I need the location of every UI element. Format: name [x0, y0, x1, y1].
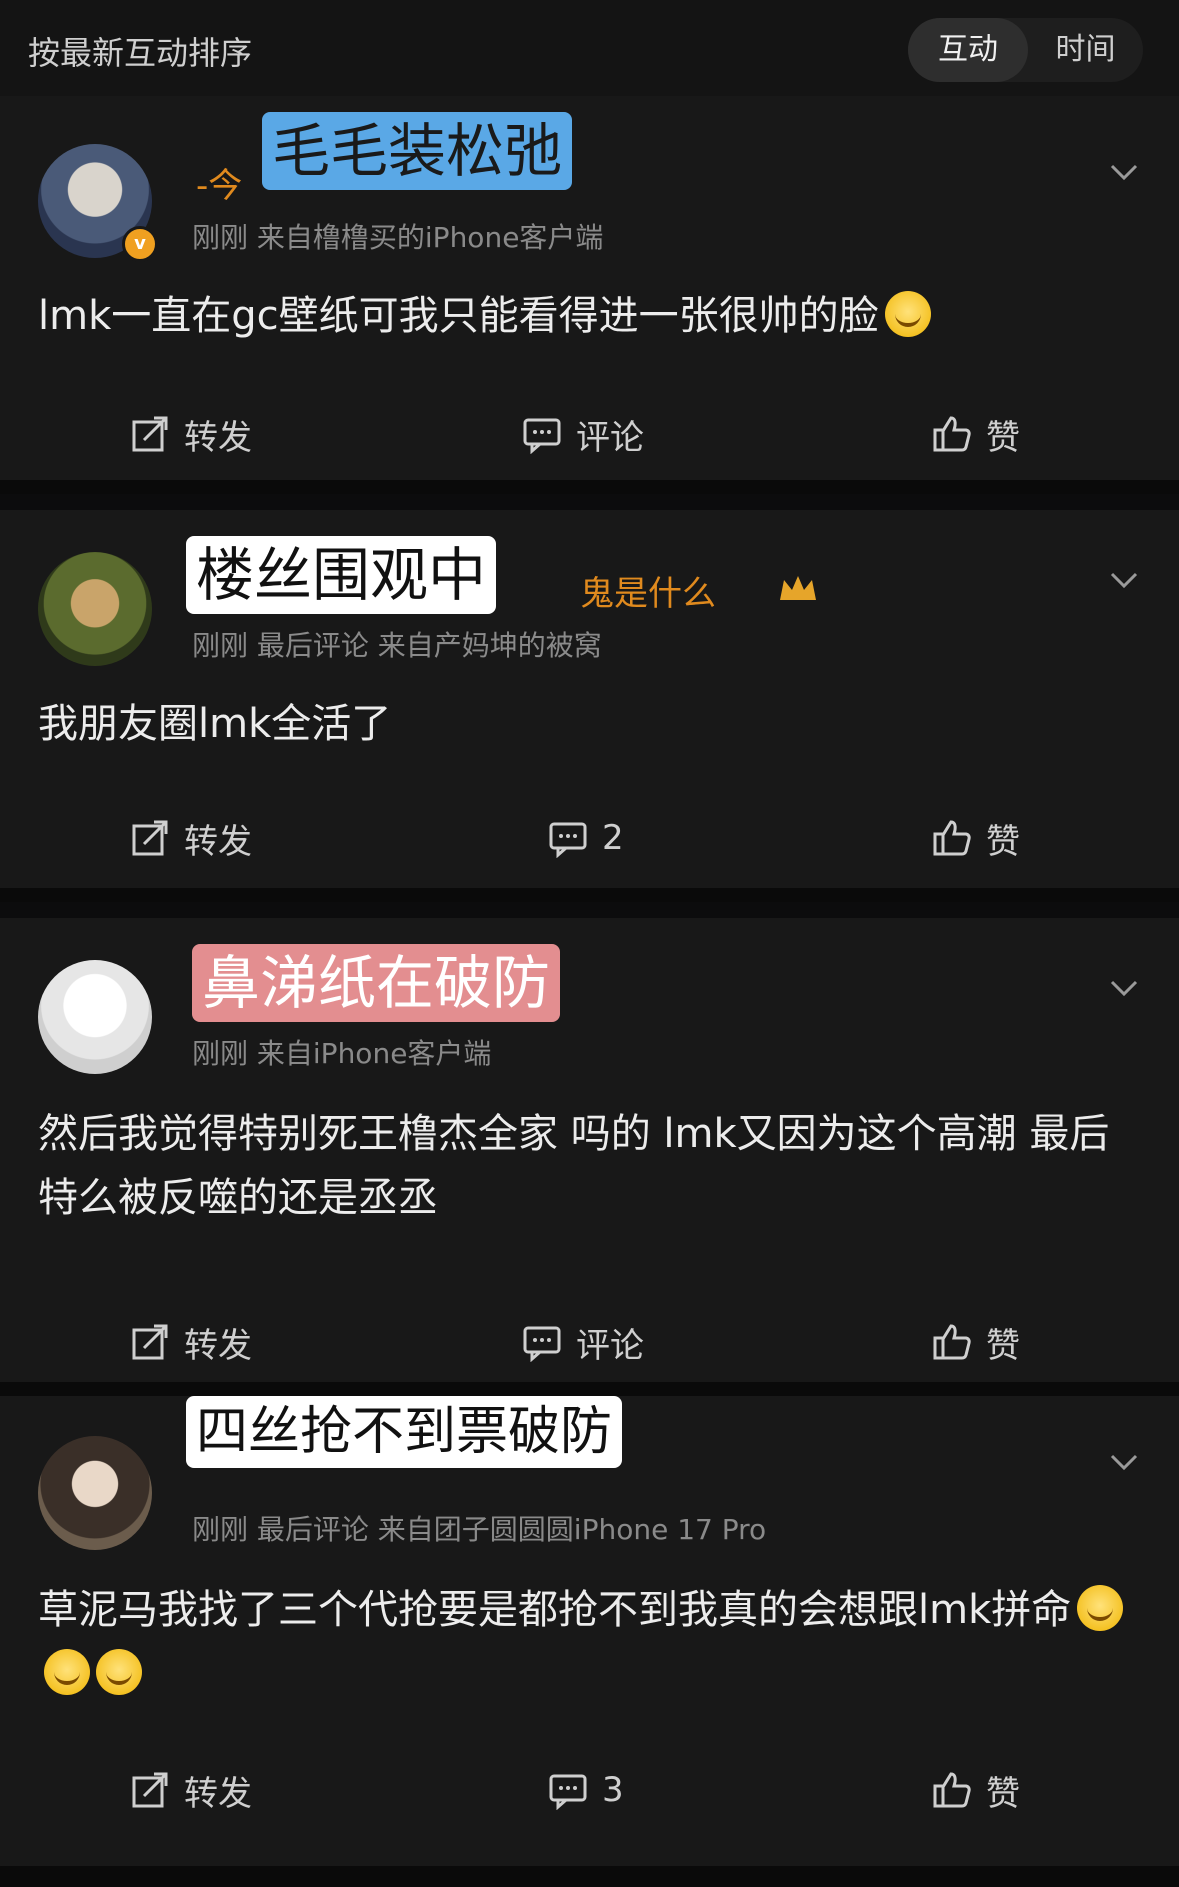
tab-time[interactable]: 时间 [1028, 18, 1143, 82]
comment-icon [523, 418, 561, 454]
like-button[interactable]: 赞 [932, 1760, 1020, 1820]
post-text: 我朋友圈lmk全活了 [38, 701, 392, 747]
post-meta: 刚刚 最后评论 来自产妈坤的被窝 [192, 629, 602, 662]
like-button[interactable]: 赞 [932, 1312, 1020, 1372]
caption-sticker: 毛毛装松弛 [262, 112, 573, 190]
like-label: 赞 [986, 1325, 1020, 1366]
comment-button[interactable]: 评论 [522, 404, 644, 464]
repost-button[interactable]: 转发 [130, 1312, 252, 1372]
post-meta: 刚刚 来自iPhone客户端 [192, 1037, 492, 1070]
avatar[interactable] [38, 552, 152, 666]
post-text: 草泥马我找了三个代抢要是都抢不到我真的会想跟lmk拼命 [38, 1578, 1138, 1706]
divider [0, 480, 1179, 494]
username[interactable]: -今 [196, 158, 242, 207]
laughing-crying-emoji-icon [96, 1649, 142, 1695]
post-meta: 刚刚 最后评论 来自团子圆圆圆iPhone 17 Pro [192, 1513, 767, 1546]
post-text: lmk一直在gc壁纸可我只能看得进一张很帅的脸 [38, 284, 1138, 348]
divider [0, 888, 1179, 902]
sort-toggle: 互动 时间 [908, 18, 1143, 82]
comment-button[interactable]: 2 [548, 808, 624, 868]
chevron-down-icon[interactable] [1108, 156, 1140, 188]
share-icon [132, 1324, 168, 1360]
repost-label: 转发 [184, 821, 252, 862]
avatar[interactable] [38, 1436, 152, 1550]
post-text: 然后我觉得特别死王橹杰全家 吗的 lmk又因为这个高潮 最后特么被反噬的还是丞丞 [38, 1111, 1110, 1221]
comment-icon [549, 1774, 587, 1810]
share-icon [132, 1772, 168, 1808]
laughing-crying-emoji-icon [1077, 1585, 1124, 1631]
post-card: v -今 刚刚 来自橹橹买的iPhone客户端 lmk一直在gc壁纸可我只能看得… [0, 96, 1179, 480]
sort-label: 按最新互动排序 [28, 34, 253, 72]
thumbs-up-icon [933, 416, 971, 452]
action-bar: 转发 评论 赞 [0, 404, 1179, 464]
chevron-down-icon[interactable] [1108, 564, 1140, 596]
action-bar: 转发 3 赞 [0, 1760, 1179, 1820]
repost-label: 转发 [184, 1773, 252, 1814]
chevron-down-icon[interactable] [1108, 1446, 1140, 1478]
caption-sticker: 四丝抢不到票破防 [186, 1396, 623, 1468]
crown-icon [780, 576, 816, 600]
comment-count: 2 [602, 818, 624, 858]
comment-label: 评论 [576, 1325, 644, 1366]
thumbs-up-icon [933, 1772, 971, 1808]
avatar[interactable] [38, 960, 152, 1074]
share-icon [132, 820, 168, 856]
like-label: 赞 [986, 821, 1020, 862]
caption-sticker: 楼丝围观中 [186, 536, 497, 614]
comment-icon [549, 822, 587, 858]
repost-label: 转发 [184, 417, 252, 458]
comment-icon [523, 1326, 561, 1362]
crying-emoji-icon [884, 291, 931, 337]
comment-count: 3 [602, 1770, 624, 1810]
divider [0, 1382, 1179, 1396]
thumbs-up-icon [933, 1324, 971, 1360]
post-meta: 刚刚 来自橹橹买的iPhone客户端 [192, 221, 604, 254]
comment-button[interactable]: 评论 [522, 1312, 644, 1372]
action-bar: 转发 2 赞 [0, 808, 1179, 868]
repost-button[interactable]: 转发 [130, 1760, 252, 1820]
action-bar: 转发 评论 赞 [0, 1312, 1179, 1372]
username[interactable]: 鬼是什么 [580, 566, 716, 615]
divider [0, 1866, 1179, 1887]
comment-button[interactable]: 3 [548, 1760, 624, 1820]
post-card: 鬼是什么 刚刚 最后评论 来自产妈坤的被窝 我朋友圈lmk全活了 楼丝围观中 转… [0, 510, 1179, 888]
laughing-crying-emoji-icon [44, 1649, 90, 1695]
caption-sticker: 鼻涕纸在破防 [192, 944, 561, 1022]
thumbs-up-icon [933, 820, 971, 856]
like-button[interactable]: 赞 [932, 404, 1020, 464]
comment-label: 评论 [576, 417, 644, 458]
repost-label: 转发 [184, 1325, 252, 1366]
like-button[interactable]: 赞 [932, 808, 1020, 868]
tab-interaction[interactable]: 互动 [908, 18, 1028, 82]
post-card: 刚刚 来自iPhone客户端 然后我觉得特别死王橹杰全家 吗的 lmk又因为这个… [0, 918, 1179, 1382]
verified-badge-icon: v [122, 226, 158, 262]
like-label: 赞 [986, 417, 1020, 458]
like-label: 赞 [986, 1773, 1020, 1814]
sort-bar: 按最新互动排序 互动 时间 [0, 0, 1179, 96]
repost-button[interactable]: 转发 [130, 808, 252, 868]
share-icon [132, 416, 168, 452]
post-card: 刚刚 最后评论 来自团子圆圆圆iPhone 17 Pro 草泥马我找了三个代抢要… [0, 1396, 1179, 1866]
repost-button[interactable]: 转发 [130, 404, 252, 464]
chevron-down-icon[interactable] [1108, 972, 1140, 1004]
